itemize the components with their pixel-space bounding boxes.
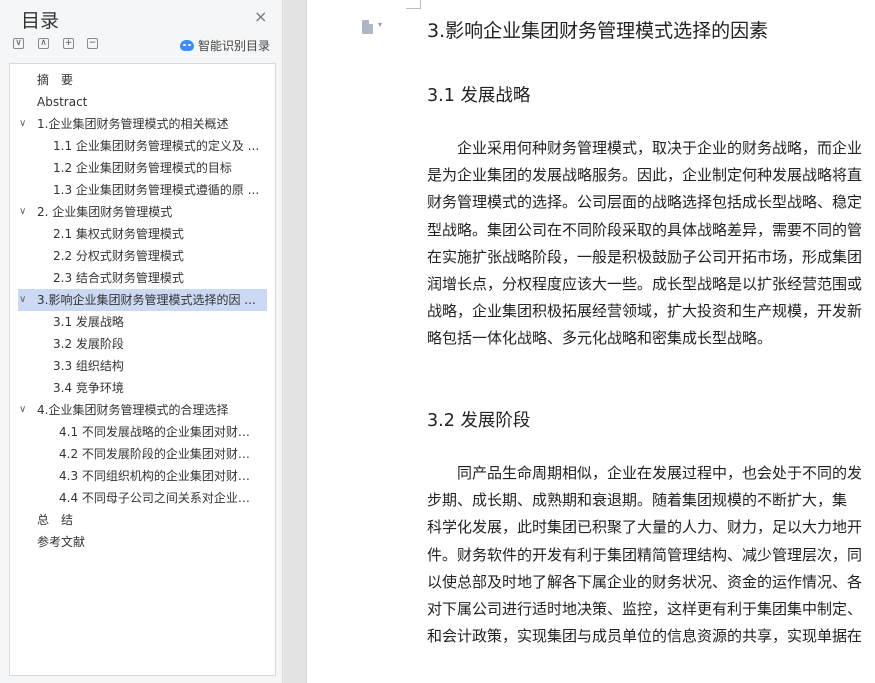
paragraph-line: 在实施扩张战略阶段，一般是积极鼓励子公司开拓市场，形成集团 (427, 247, 863, 266)
toc-item[interactable]: 1.1 企业集团财务管理模式的定义及 ... (10, 135, 275, 157)
toc-item[interactable]: 4.3 不同组织机构的企业集团对财务 ... (10, 465, 275, 487)
toc-item-label: 3.影响企业集团财务管理模式选择的因 ... (37, 293, 256, 307)
toc-item-label: 3.3 组织结构 (53, 359, 124, 373)
paragraph-line: 同产品生命周期相似，企业在发展过程中，也会处于不同的发 (427, 464, 863, 482)
heading-chapter-3: 3.影响企业集团财务管理模式选择的因素 (427, 20, 769, 42)
paragraph-line: 件。财务软件的开发有利于集团精简管理结构、减少管理层次，同 (427, 545, 863, 564)
paragraph-menu-icon[interactable] (362, 20, 373, 34)
smart-recognize-button[interactable]: 智能识别目录 (180, 37, 270, 54)
smart-recognize-label: 智能识别目录 (198, 39, 271, 53)
toc-item-label: 1.3 企业集团财务管理模式遵循的原 ... (53, 183, 260, 197)
toc-item-label: 4.2 不同发展阶段的企业集团对财务 ... (59, 447, 260, 461)
toc-item-label: 4.企业集团财务管理模式的合理选择 (37, 403, 229, 417)
toc-item-label: 1.企业集团财务管理模式的相关概述 (37, 117, 229, 131)
chevron-down-icon[interactable]: ∨ (19, 289, 26, 311)
paragraph-line: 对下属公司进行适时地决策、监控，这样更有利于集团集中制定、 (427, 600, 863, 618)
toc-item[interactable]: 3.3 组织结构 (10, 355, 275, 377)
toc-item[interactable]: ∨ 4.企业集团财务管理模式的合理选择 (10, 399, 275, 421)
expand-all-icon[interactable]: ∧ (38, 38, 49, 49)
paragraph-line: 科学化发展，此时集团已积聚了大量的人力、财力，足以大力地开 (427, 518, 863, 537)
chevron-down-icon[interactable]: ∨ (19, 113, 26, 135)
paragraph-line: 型战略。集团公司在不同阶段采取的具体战略差异，需要不同的管 (427, 220, 863, 239)
toc-item-label: 总 结 (37, 513, 74, 527)
toc-item-label: 3.2 发展阶段 (53, 337, 124, 351)
toc-item-label: 2.1 集权式财务管理模式 (53, 227, 184, 241)
paragraph-line: 以使总部及时地了解各下属企业的财务状况、资金的运作情况、各 (427, 572, 863, 591)
page-corner-mark (406, 0, 421, 9)
chevron-down-icon[interactable]: ▾ (378, 20, 382, 29)
remove-heading-icon[interactable]: − (87, 38, 98, 49)
toc-item[interactable]: 4.2 不同发展阶段的企业集团对财务 ... (10, 443, 275, 465)
toc-item[interactable]: 3.4 竞争环境 (10, 377, 275, 399)
toc-item-label: 摘 要 (37, 73, 74, 87)
toc-item-label: 4.4 不同母子公司之间关系对企业集 ... (59, 491, 260, 505)
toc-item-label: 4.3 不同组织机构的企业集团对财务 ... (59, 469, 260, 483)
paragraph-line: 财务管理模式的选择。公司层面的战略选择包括成长型战略、稳定 (427, 193, 863, 212)
paragraph-line: 步期、成长期、成熟期和衰退期。随着集团规模的不断扩大，集 (427, 491, 848, 510)
toc-item[interactable]: 2.1 集权式财务管理模式 (10, 223, 275, 245)
paragraph-line: 企业采用何种财务管理模式，取决于企业的财务战略，而企业 (427, 139, 863, 157)
toc-item[interactable]: 4.4 不同母子公司之间关系对企业集 ... (10, 487, 275, 509)
toc-title: 目录 (21, 10, 60, 32)
toc-panel: 目录 × ∨ ∧ + − 智能识别目录 摘 要 Abstract ∨ 1.企业集团财务… (0, 0, 283, 683)
toc-item-label: 2.3 结合式财务管理模式 (53, 271, 184, 285)
document-page[interactable]: ▾ 3.影响企业集团财务管理模式选择的因素 3.1 发展战略 企业采用何种财务管… (306, 0, 875, 683)
page-gutter (284, 0, 306, 683)
toc-item[interactable]: ∨ 3.影响企业集团财务管理模式选择的因 ... (18, 289, 267, 311)
toc-item[interactable]: ∨ 1.企业集团财务管理模式的相关概述 (10, 113, 275, 135)
toc-item[interactable]: 1.3 企业集团财务管理模式遵循的原 ... (10, 179, 275, 201)
chevron-down-icon[interactable]: ∨ (19, 201, 26, 223)
toc-item-label: 4.1 不同发展战略的企业集团对财务 ... (59, 425, 260, 439)
toc-item-label: 参考文献 (37, 535, 86, 549)
paragraph-line: 略包括一体化战略、多元化战略和密集成长型战略。 (427, 329, 773, 348)
toc-item[interactable]: Abstract (10, 91, 275, 113)
paragraph-line: 和会计政策，实现集团与成员单位的信息资源的共享，实现单据在 (427, 627, 863, 646)
collapse-all-icon[interactable]: ∨ (13, 38, 24, 49)
toc-tree: 摘 要 Abstract ∨ 1.企业集团财务管理模式的相关概述 1.1 企业集团财务管… (9, 63, 276, 676)
toc-item[interactable]: 参考文献 (10, 531, 275, 553)
toc-item[interactable]: 2.2 分权式财务管理模式 (10, 245, 275, 267)
toc-item-label: 3.4 竞争环境 (53, 381, 124, 395)
add-heading-icon[interactable]: + (63, 38, 74, 49)
toc-item[interactable]: ∨ 2. 企业集团财务管理模式 (10, 201, 275, 223)
toc-item[interactable]: 总 结 (10, 509, 275, 531)
toc-item-label: Abstract (37, 95, 88, 109)
toc-item-label: 2.2 分权式财务管理模式 (53, 249, 184, 263)
toc-item[interactable]: 2.3 结合式财务管理模式 (10, 267, 275, 289)
chevron-down-icon[interactable]: ∨ (19, 399, 26, 421)
toc-item-label: 1.2 企业集团财务管理模式的目标 (53, 161, 232, 175)
section-heading: 3.2 发展阶段 (427, 411, 531, 431)
toc-item[interactable]: 1.2 企业集团财务管理模式的目标 (10, 157, 275, 179)
toc-item[interactable]: 摘 要 (10, 69, 275, 91)
robot-icon (180, 40, 194, 51)
paragraph-line: 战略，企业集团积极拓展经营领域，扩大投资和生产规模，开发新 (427, 302, 863, 321)
toc-item[interactable]: 3.2 发展阶段 (10, 333, 275, 355)
toc-item[interactable]: 3.1 发展战略 (10, 311, 275, 333)
toc-item[interactable]: 4.1 不同发展战略的企业集团对财务 ... (10, 421, 275, 443)
close-icon[interactable]: × (254, 9, 267, 25)
paragraph-line: 是为企业集团的发展战略服务。因此，企业制定何种发展战略将直 (427, 166, 863, 185)
toc-item-label: 3.1 发展战略 (53, 315, 124, 329)
section-heading: 3.1 发展战略 (427, 86, 531, 106)
paragraph-line: 润增长点，分权程度应该大一些。成长型战略是以扩张经营范围或 (427, 275, 863, 293)
toc-item-label: 2. 企业集团财务管理模式 (37, 205, 173, 219)
toc-item-label: 1.1 企业集团财务管理模式的定义及 ... (53, 139, 260, 153)
